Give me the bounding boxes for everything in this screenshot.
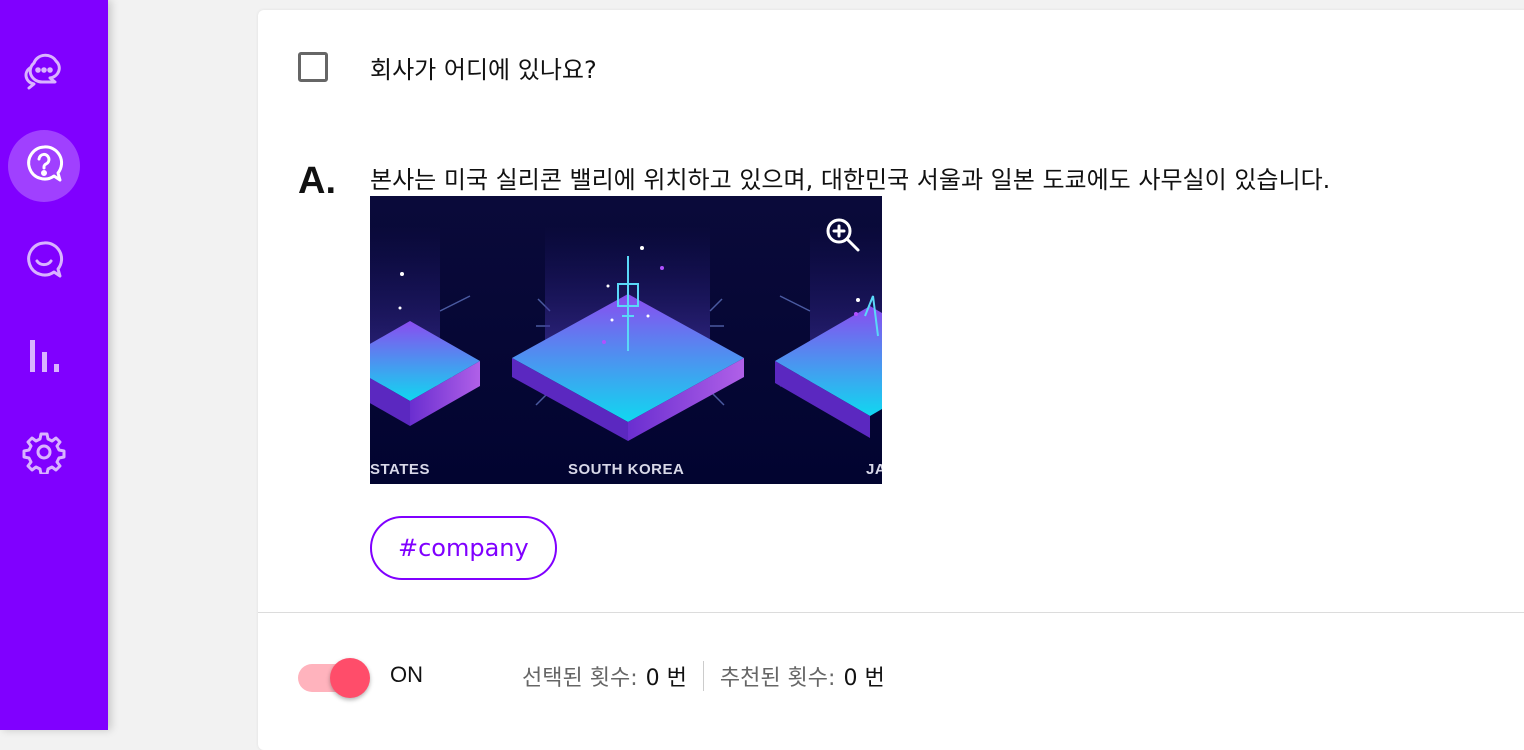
faq-checkbox[interactable] [298, 52, 328, 82]
nav-chatbot[interactable] [8, 226, 80, 298]
selected-count-label: 선택된 횟수: [522, 666, 638, 691]
image-label-south-korea: SOUTH KOREA [568, 461, 685, 478]
stats-separator [702, 661, 704, 691]
nav-settings[interactable] [8, 418, 80, 490]
selected-count-value: 0 번 [645, 666, 687, 691]
faq-question-icon [22, 142, 66, 190]
nav-chat[interactable] [8, 34, 80, 106]
tag-company[interactable]: #company [370, 516, 557, 580]
gear-icon [22, 430, 66, 478]
faq-answer: 본사는 미국 실리콘 밸리에 위치하고 있으며, 대한민국 서울과 일본 도쿄에… [370, 166, 1331, 194]
answer-mark: A. [298, 160, 336, 202]
nav-stats[interactable] [8, 322, 80, 394]
divider [258, 612, 1524, 613]
office-locations-illustration [370, 196, 882, 484]
recommended-count-label: 추천된 횟수: [719, 666, 836, 691]
enable-toggle[interactable] [298, 658, 372, 698]
recommended-count-value: 0 번 [843, 666, 885, 691]
bar-chart-icon [22, 334, 66, 382]
toggle-knob [330, 658, 370, 698]
nav-faq[interactable] [8, 130, 80, 202]
image-label-states: STATES [370, 461, 430, 478]
answer-image[interactable]: STATES SOUTH KOREA JA [370, 196, 882, 484]
image-label-japan: JA [866, 461, 882, 478]
smile-chat-icon [22, 238, 66, 286]
chat-bubbles-icon [22, 46, 66, 94]
usage-stats: 선택된 횟수: 0 번 추천된 횟수: 0 번 [522, 660, 885, 692]
zoom-in-icon[interactable] [824, 216, 862, 254]
sidebar [0, 0, 108, 730]
faq-card: 회사가 어디에 있나요? A. 본사는 미국 실리콘 밸리에 위치하고 있으며,… [258, 10, 1524, 750]
faq-question: 회사가 어디에 있나요? [370, 56, 597, 84]
toggle-label: ON [390, 662, 423, 687]
